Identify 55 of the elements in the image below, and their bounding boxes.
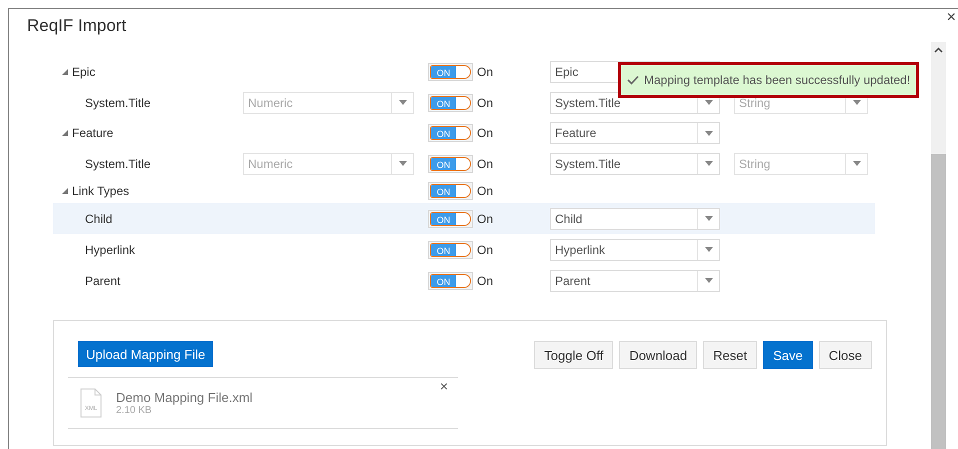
caret-icon <box>704 247 712 252</box>
file-name: Demo Mapping File.xml <box>116 390 253 405</box>
toggle-label: On <box>477 96 494 110</box>
tree-row[interactable]: Feature ON On Feature <box>53 118 875 148</box>
toggle-label: On <box>477 156 494 170</box>
toggle-label: On <box>477 184 494 198</box>
toggle-label: On <box>477 242 494 256</box>
caret-icon <box>398 100 406 105</box>
dropdown[interactable]: System.Title <box>550 152 720 174</box>
row-label: Hyperlink <box>85 242 136 256</box>
close-button[interactable]: × <box>946 8 956 26</box>
toggle-label: On <box>477 126 494 140</box>
expand-icon[interactable] <box>62 188 68 194</box>
dialog-title: ReqIF Import <box>27 16 126 36</box>
scroll-up-icon[interactable] <box>934 47 943 53</box>
dropdown[interactable]: Parent <box>550 270 720 292</box>
row-label: Child <box>85 212 112 226</box>
expand-icon[interactable] <box>62 69 68 75</box>
scrollbar[interactable] <box>931 42 946 449</box>
dropdown[interactable]: Child <box>550 208 720 230</box>
toggle-label: On <box>477 212 494 226</box>
file-size: 2.10 KB <box>116 405 153 416</box>
dropdown[interactable]: Feature <box>550 122 720 144</box>
caret-icon <box>704 161 712 166</box>
caret-icon <box>704 130 712 136</box>
row-label: System.Title <box>85 96 151 110</box>
dialog-button[interactable]: Download <box>619 341 698 369</box>
row-label: System.Title <box>85 156 151 170</box>
toggle-label: On <box>477 274 494 288</box>
toggle-label: On <box>477 65 494 79</box>
row-label: Link Types <box>72 184 130 198</box>
dialog-button[interactable]: Close <box>818 341 872 369</box>
row-label: Epic <box>72 65 96 79</box>
caret-icon <box>704 100 712 105</box>
toast-message: Mapping template has been successfully updated! <box>644 73 910 87</box>
dialog-button[interactable]: Save <box>763 341 813 369</box>
tree-row[interactable]: Parent ON On Parent <box>53 265 875 296</box>
scroll-thumb[interactable] <box>931 154 946 449</box>
row-label: Feature <box>72 126 114 140</box>
tree-row[interactable]: Hyperlink ON On Hyperlink <box>53 234 875 265</box>
caret-icon <box>398 161 406 166</box>
caret-icon <box>704 216 712 221</box>
remove-button[interactable]: × <box>440 378 448 394</box>
dialog-button[interactable]: Reset <box>703 341 758 369</box>
upload-button[interactable]: Upload Mapping File <box>78 341 214 367</box>
caret-icon <box>704 278 712 283</box>
tree-row[interactable]: Link Types ON On <box>53 179 875 203</box>
caret-icon <box>852 161 860 166</box>
dialog-button[interactable]: Toggle Off <box>534 341 614 369</box>
row-label: Parent <box>85 274 120 288</box>
dropdown[interactable]: Hyperlink <box>550 238 720 260</box>
check-icon <box>627 75 639 85</box>
tree-row[interactable]: Child ON On Child <box>53 203 875 234</box>
expand-icon[interactable] <box>62 130 68 136</box>
caret-icon <box>852 100 860 105</box>
